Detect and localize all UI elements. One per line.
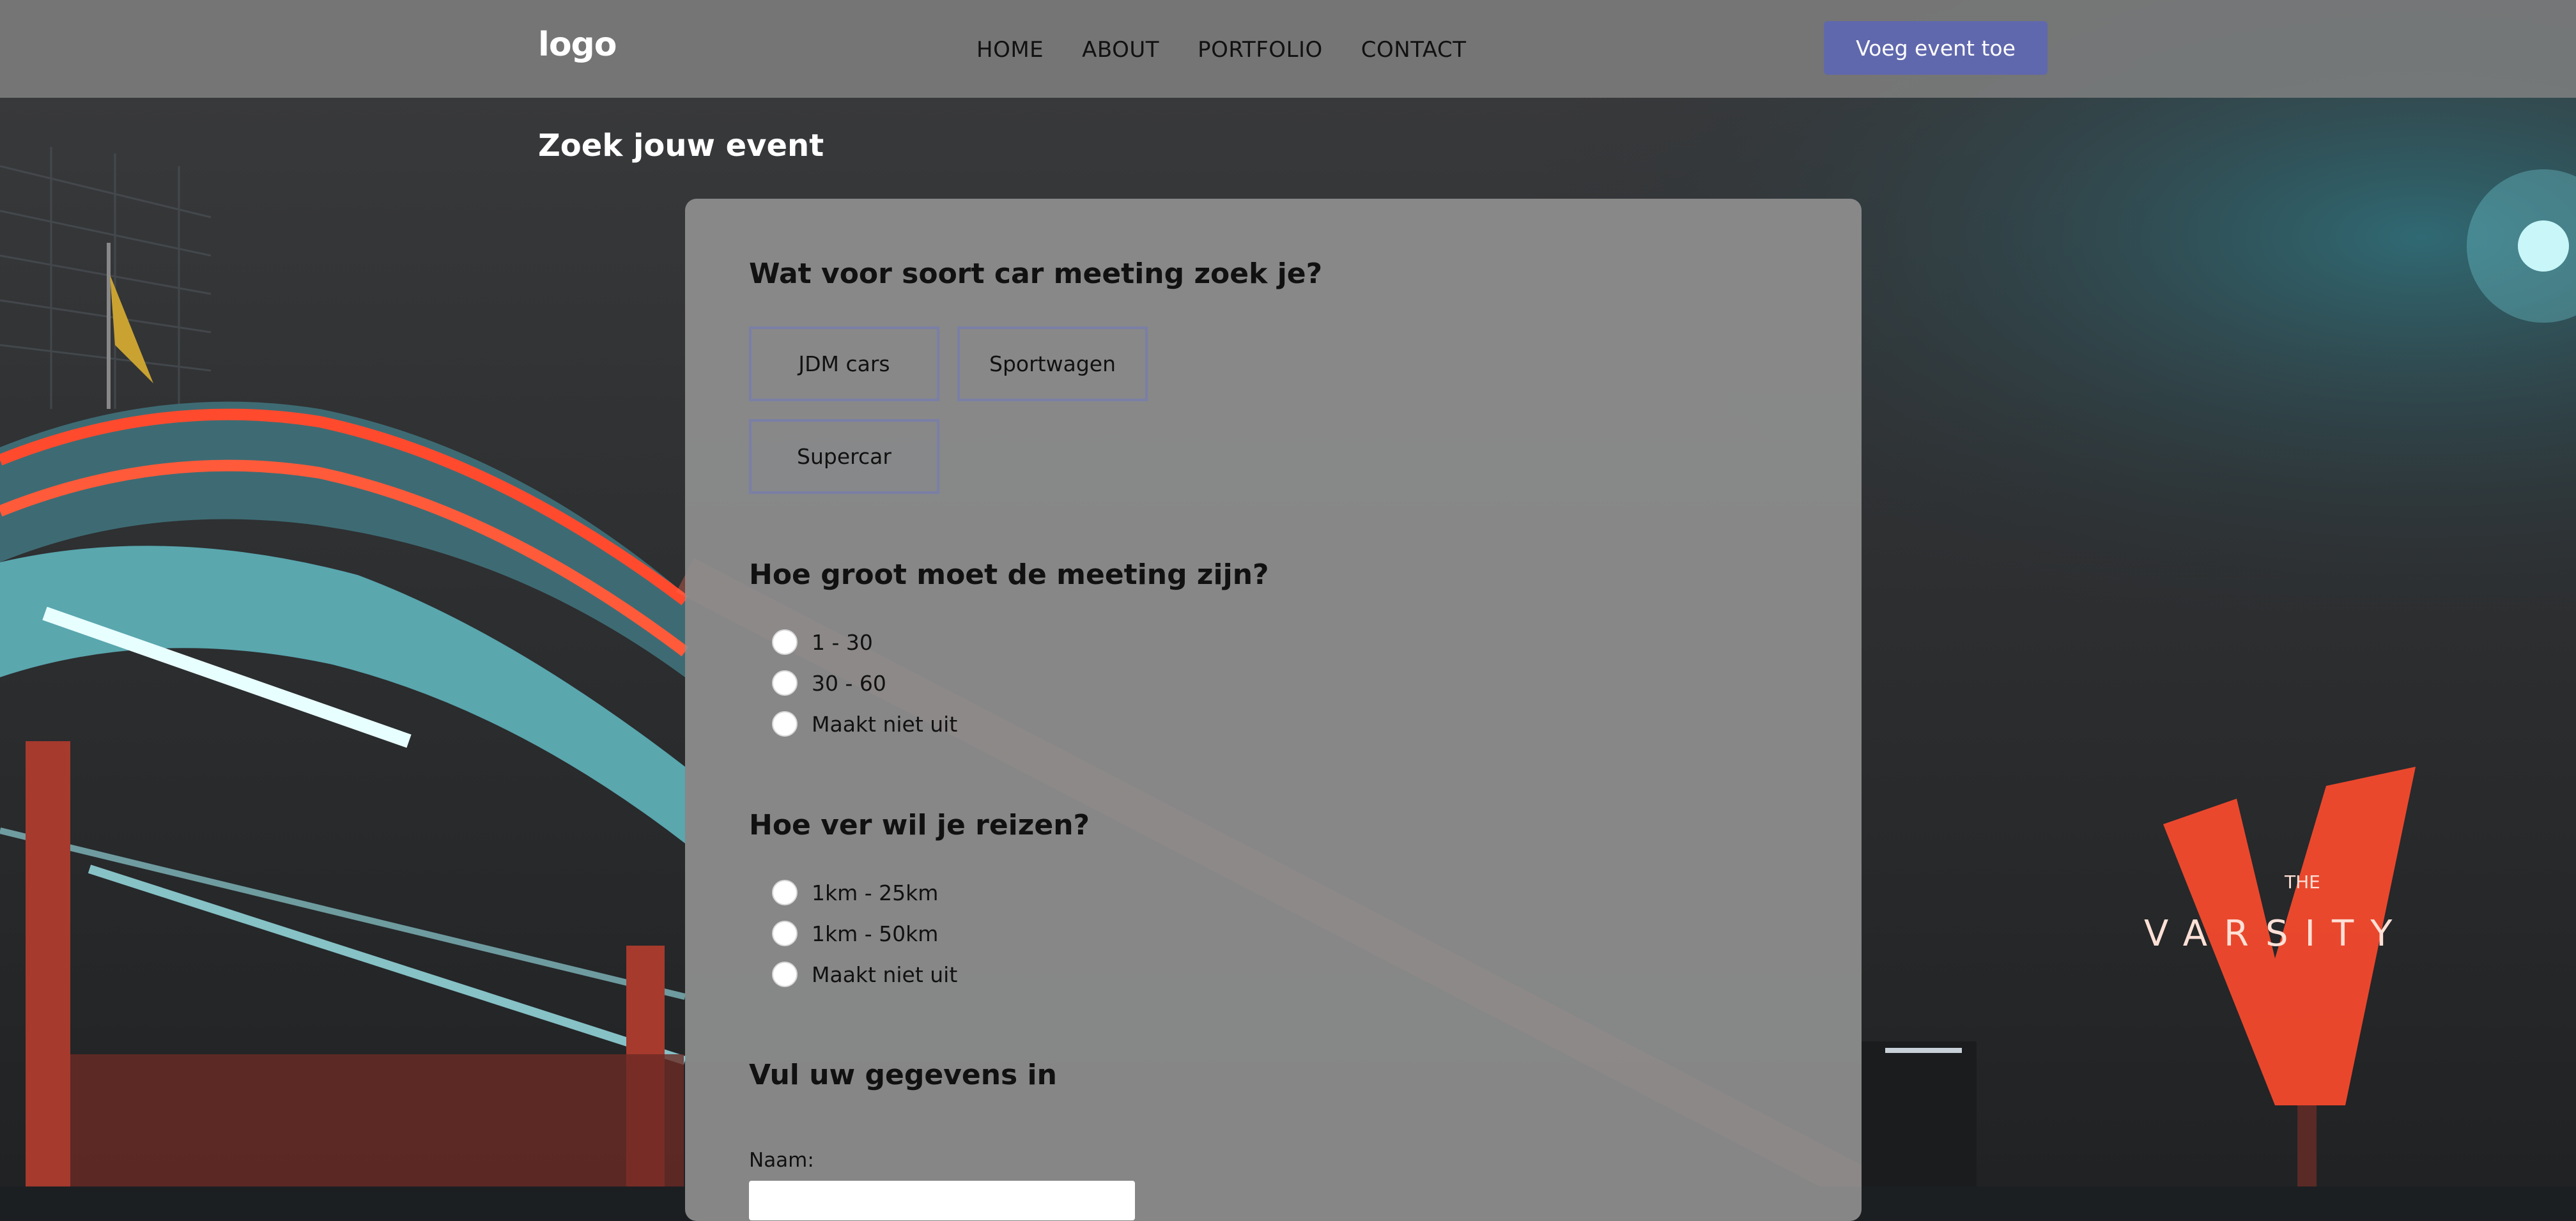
radio-row-size-1-30[interactable]: 1 - 30 xyxy=(772,629,873,655)
name-label: Naam: xyxy=(749,1149,814,1172)
nav-portfolio[interactable]: PORTFOLIO xyxy=(1198,37,1323,63)
radio-label: Maakt niet uit xyxy=(812,962,958,987)
svg-text:VARSITY: VARSITY xyxy=(2144,913,2409,955)
add-event-button[interactable]: Voeg event toe xyxy=(1824,21,2048,75)
radio-label: 30 - 60 xyxy=(812,670,886,696)
main-nav: HOME ABOUT PORTFOLIO CONTACT xyxy=(976,37,1505,63)
svg-text:THE: THE xyxy=(2284,872,2320,893)
radio-row-size-any[interactable]: Maakt niet uit xyxy=(772,711,957,737)
option-jdm-cars[interactable]: JDM cars xyxy=(749,326,939,401)
radio-button[interactable] xyxy=(772,962,798,987)
site-header: logo HOME ABOUT PORTFOLIO CONTACT Voeg e… xyxy=(0,0,2576,98)
radio-label: 1km - 50km xyxy=(812,921,939,946)
radio-row-distance-50km[interactable]: 1km - 50km xyxy=(772,921,938,946)
page-title: Zoek jouw event xyxy=(538,128,824,164)
nav-about[interactable]: ABOUT xyxy=(1082,37,1159,63)
nav-contact[interactable]: CONTACT xyxy=(1361,37,1467,63)
radio-button[interactable] xyxy=(772,629,798,655)
radio-button[interactable] xyxy=(772,921,798,946)
radio-label: Maakt niet uit xyxy=(812,711,958,737)
nav-home[interactable]: HOME xyxy=(976,37,1044,63)
name-input[interactable] xyxy=(749,1181,1135,1220)
question-meeting-type: Wat voor soort car meeting zoek je? xyxy=(749,257,1323,290)
radio-label: 1km - 25km xyxy=(812,880,939,905)
radio-button[interactable] xyxy=(772,670,798,696)
section-user-details: Vul uw gegevens in xyxy=(749,1059,1057,1091)
radio-row-distance-any[interactable]: Maakt niet uit xyxy=(772,962,957,987)
radio-label: 1 - 30 xyxy=(812,629,873,655)
question-travel-distance: Hoe ver wil je reizen? xyxy=(749,809,1090,841)
search-form-panel: Wat voor soort car meeting zoek je? JDM … xyxy=(685,199,1862,1221)
radio-button[interactable] xyxy=(772,880,798,905)
option-sportwagen[interactable]: Sportwagen xyxy=(957,326,1148,401)
question-meeting-size: Hoe groot moet de meeting zijn? xyxy=(749,558,1269,591)
option-supercar[interactable]: Supercar xyxy=(749,419,939,494)
radio-row-distance-25km[interactable]: 1km - 25km xyxy=(772,880,938,905)
logo[interactable]: logo xyxy=(538,26,617,64)
radio-row-size-30-60[interactable]: 30 - 60 xyxy=(772,670,886,696)
radio-button[interactable] xyxy=(772,711,798,737)
